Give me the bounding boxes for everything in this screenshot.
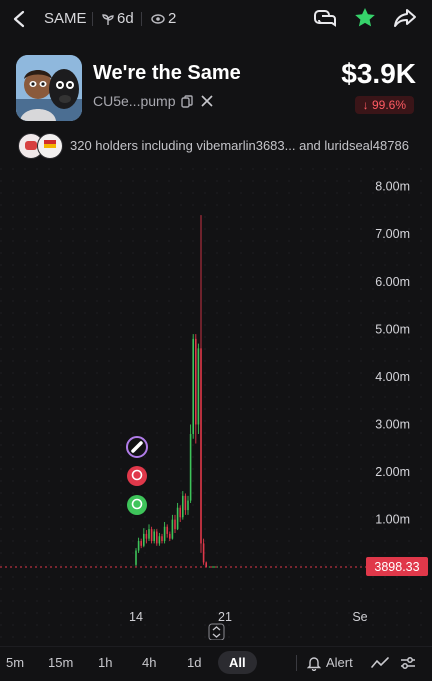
holders-row[interactable]: 320 holders including vibemarlin3683... … (18, 133, 428, 159)
line-chart-icon[interactable] (371, 657, 389, 669)
timeframe-bar: 5m 15m 1h 4h 1d All Alert (0, 646, 432, 681)
event-marker-chef-green[interactable] (127, 495, 147, 515)
candle-body (150, 529, 153, 542)
candle-body (148, 529, 150, 539)
timeframe-all[interactable]: All (218, 651, 257, 674)
candle-body (161, 536, 163, 542)
star-icon[interactable] (353, 6, 377, 30)
seedling-icon (102, 14, 114, 25)
share-arrow-icon[interactable] (393, 8, 417, 28)
candle-body (184, 495, 187, 511)
y-tick-label: 1.00m (375, 513, 410, 527)
y-tick-label: 3.00m (375, 417, 410, 431)
timeframe-5m[interactable]: 5m (6, 655, 24, 670)
price-chart[interactable]: 8.00m 7.00m 6.00m 5.00m 4.00m 3.00m 2.00m 1.00m… (0, 168, 432, 640)
eye-icon (151, 14, 165, 24)
copy-icon[interactable] (181, 95, 193, 108)
candle-body (153, 531, 155, 542)
candle-body (166, 526, 168, 534)
candle-body (179, 507, 181, 518)
candle-body (189, 433, 192, 501)
candle-body (135, 550, 137, 565)
token-avatar-image (16, 55, 82, 121)
back-chevron-icon[interactable] (12, 10, 26, 28)
candle-body (192, 338, 194, 434)
x-social-icon[interactable] (201, 95, 213, 107)
y-tick-label: 2.00m (375, 465, 410, 479)
bell-icon[interactable] (307, 655, 321, 671)
x-tick-label: 21 (218, 610, 232, 624)
candle-body (200, 348, 202, 544)
x-tick-label: 14 (129, 610, 143, 624)
token-avatar (16, 55, 82, 121)
watcher-count: 2 (168, 10, 177, 27)
divider (296, 655, 297, 671)
top-bar: SAME 6d 2 (0, 0, 432, 38)
y-tick-label: 6.00m (375, 275, 410, 289)
divider (92, 12, 93, 26)
holder-avatar (37, 133, 63, 159)
candle-body (158, 536, 161, 544)
y-tick-label: 8.00m (375, 180, 410, 194)
price-change-badge: ↓ 99.6% (354, 96, 414, 114)
timeframe-1h[interactable]: 1h (98, 655, 112, 670)
candle-body (176, 507, 179, 530)
token-address[interactable]: CU5e...pump (93, 93, 175, 109)
timeframe-15m[interactable]: 15m (48, 655, 73, 670)
token-name: We're the Same (93, 62, 241, 84)
holders-summary: 320 holders including vibemarlin3683... … (70, 138, 409, 153)
token-ticker: SAME (44, 10, 87, 27)
y-tick-label: 7.00m (375, 227, 410, 241)
x-tick-label: Se (352, 610, 367, 624)
alert-button[interactable]: Alert (326, 655, 353, 670)
token-age: 6d (117, 10, 134, 27)
timeframe-1d[interactable]: 1d (187, 655, 201, 670)
candle-body (195, 338, 197, 425)
candle-body (187, 500, 189, 511)
candle-body (145, 533, 148, 539)
candle-body (163, 526, 166, 542)
candle-body (143, 533, 145, 546)
event-marker-pill[interactable] (126, 436, 148, 458)
y-tick-label: 4.00m (375, 370, 410, 384)
candle-body (140, 541, 142, 546)
token-price: $3.9K (341, 58, 416, 89)
candle-body (171, 519, 174, 539)
y-tick-label: 5.00m (375, 322, 410, 336)
divider (141, 12, 142, 26)
candle-body (202, 543, 205, 563)
candle-body (205, 562, 207, 567)
candle-body (156, 531, 158, 544)
candle-body (169, 533, 171, 539)
candle-body (137, 541, 140, 551)
current-price-label: 3898.33 (374, 560, 419, 574)
candle-body (182, 495, 184, 518)
candle-body (197, 348, 200, 425)
event-marker-chef[interactable] (127, 466, 147, 486)
candle-body (174, 519, 176, 530)
settings-sliders-icon[interactable] (400, 656, 416, 670)
timeframe-4h[interactable]: 4h (142, 655, 156, 670)
chat-bubbles-icon[interactable] (313, 8, 337, 30)
